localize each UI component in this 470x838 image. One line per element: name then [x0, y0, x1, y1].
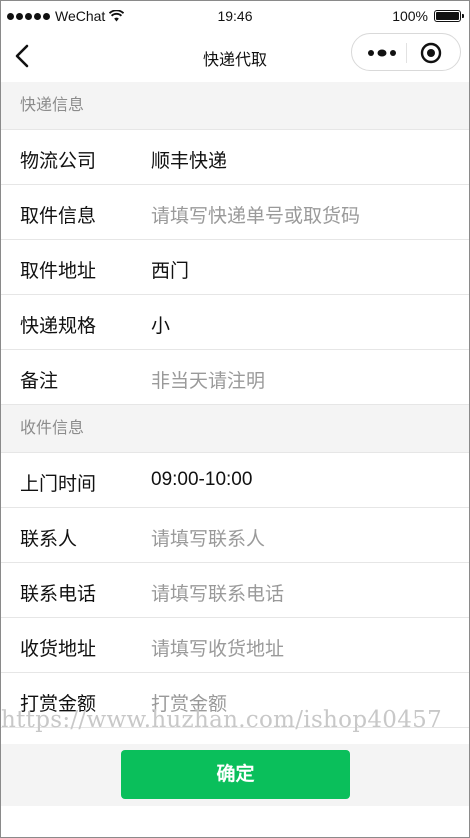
delivery-address-input[interactable]: 请填写收货地址: [151, 634, 284, 661]
form-row-package-size[interactable]: 快递规格 小: [1, 295, 469, 350]
visit-time-value[interactable]: 09:00-10:00: [151, 469, 252, 491]
package-size-value[interactable]: 小: [151, 311, 170, 338]
form-content: 快递信息 物流公司 顺丰快递 取件信息 请填写快递单号或取货码 取件地址 西门 …: [1, 82, 469, 728]
battery-fill: [436, 12, 459, 20]
battery-icon: [434, 10, 464, 22]
form-row-visit-time[interactable]: 上门时间 09:00-10:00: [1, 453, 469, 508]
nav-bar: 快递代取: [1, 33, 469, 81]
row-label: 快递规格: [20, 316, 97, 337]
section-header-express: 快递信息: [1, 82, 469, 130]
footer-bar: 确定: [1, 744, 469, 806]
remark-input[interactable]: 非当天请注明: [151, 366, 265, 393]
row-label: 上门时间: [20, 474, 97, 495]
form-row-contact[interactable]: 联系人 请填写联系人: [1, 508, 469, 563]
status-bar: WeChat 19:46 100%: [1, 1, 469, 33]
more-dots-icon[interactable]: [364, 44, 398, 62]
form-row-phone[interactable]: 联系电话 请填写联系电话: [1, 563, 469, 618]
company-value[interactable]: 顺丰快递: [151, 146, 227, 173]
confirm-button[interactable]: 确定: [121, 750, 350, 799]
row-label: 收货地址: [20, 639, 97, 660]
contact-name-input[interactable]: 请填写联系人: [151, 524, 265, 551]
row-label: 备注: [20, 371, 59, 392]
capsule-divider: [406, 43, 407, 63]
mini-program-capsule: [351, 33, 461, 71]
form-row-delivery-address[interactable]: 收货地址 请填写收货地址: [1, 618, 469, 673]
row-label: 取件信息: [20, 206, 97, 227]
phone-input[interactable]: 请填写联系电话: [151, 579, 284, 606]
form-row-pickup-address[interactable]: 取件地址 西门: [1, 240, 469, 295]
pickup-info-input[interactable]: 请填写快递单号或取货码: [151, 201, 360, 228]
row-label: 物流公司: [20, 151, 97, 172]
watermark-text: https://www.huzhan.com/ishop40457: [1, 707, 443, 733]
row-label: 联系人: [20, 529, 78, 550]
form-row-remark[interactable]: 备注 非当天请注明: [1, 350, 469, 405]
status-right: 100%: [392, 8, 464, 24]
target-circle-icon[interactable]: [418, 41, 444, 65]
battery-percent: 100%: [392, 8, 428, 24]
form-row-pickup-info[interactable]: 取件信息 请填写快递单号或取货码: [1, 185, 469, 240]
section-header-recipient: 收件信息: [1, 405, 469, 453]
row-label: 取件地址: [20, 261, 97, 282]
phone-frame: WeChat 19:46 100% 快递代取 快递信息 物流公司 顺丰快递 取件…: [0, 0, 470, 838]
form-row-company[interactable]: 物流公司 顺丰快递: [1, 130, 469, 185]
pickup-address-value[interactable]: 西门: [151, 256, 189, 283]
row-label: 联系电话: [20, 584, 97, 605]
